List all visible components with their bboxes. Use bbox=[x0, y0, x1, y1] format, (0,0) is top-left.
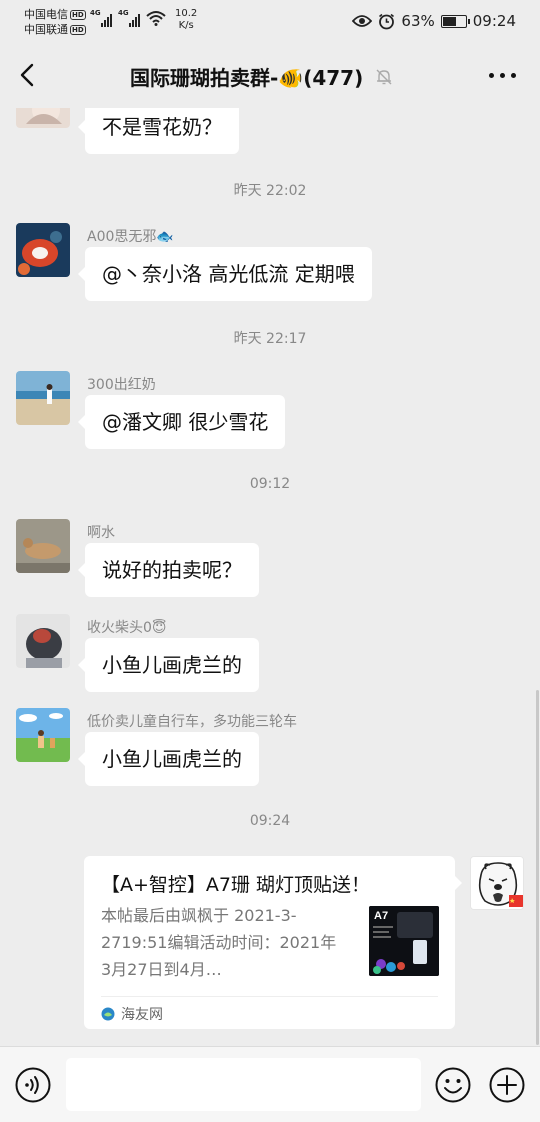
avatar[interactable] bbox=[16, 614, 70, 668]
net-speed: 10.2 K/s bbox=[175, 8, 198, 31]
sender-name: A00思无邪🐟 bbox=[87, 229, 174, 245]
wifi-icon bbox=[146, 11, 166, 26]
input-bar bbox=[0, 1046, 540, 1122]
eye-icon bbox=[352, 15, 373, 27]
timestamp: 昨天 22:02 bbox=[233, 183, 307, 199]
message-bubble[interactable]: 说好的拍卖呢？ bbox=[78, 543, 259, 597]
back-arrow-icon[interactable] bbox=[14, 60, 44, 90]
chat-header: 国际珊瑚拍卖群-🐠(477) bbox=[0, 44, 540, 108]
sender-name: 收火柴头0😇 bbox=[87, 620, 167, 636]
link-card-thumbnail: A7 bbox=[369, 906, 439, 976]
message-bubble[interactable]: 小鱼儿画虎兰的 bbox=[78, 638, 259, 692]
link-card-source: 海友网 bbox=[101, 1004, 163, 1024]
hd-badge-2: HD bbox=[70, 24, 86, 35]
message-input[interactable] bbox=[66, 1058, 421, 1111]
carrier-1: 中国电信 bbox=[24, 8, 68, 21]
link-card-title: 【A+智控】A7珊 瑚灯顶贴送！ bbox=[101, 874, 371, 896]
more-dots-icon[interactable] bbox=[489, 73, 516, 78]
message-bubble[interactable]: 小鱼儿画虎兰的 bbox=[78, 732, 259, 786]
link-card-description: 本帖最后由飒枫于 2021-3-2719:51编辑活动时间：2021年3月27日… bbox=[101, 906, 337, 979]
link-card[interactable]: 【A+智控】A7珊 瑚灯顶贴送！ 本帖最后由飒枫于 2021-3-2719:51… bbox=[84, 856, 462, 1029]
battery-icon bbox=[440, 14, 470, 28]
status-right: 63% 09:24 bbox=[352, 12, 516, 30]
mute-bell-icon bbox=[376, 69, 392, 84]
hd-badge-1: HD bbox=[70, 9, 86, 20]
message-list[interactable]: 不是雪花奶？ 昨天 22:02 A00思无邪🐟 @丶奈小洛 高光低流 定期喂 昨… bbox=[0, 108, 540, 1046]
voice-icon[interactable] bbox=[15, 1067, 51, 1103]
signal-icon: 4G bbox=[90, 9, 112, 27]
message-bubble[interactable]: @丶奈小洛 高光低流 定期喂 bbox=[78, 247, 372, 301]
carrier-info: 中国电信 HD 中国联通 HD bbox=[24, 7, 86, 37]
avatar[interactable] bbox=[16, 371, 70, 425]
sender-name: 300出红奶 bbox=[87, 377, 156, 393]
source-logo-icon bbox=[101, 1007, 115, 1021]
battery-percent: 63% bbox=[401, 12, 435, 30]
status-bar: 中国电信 HD 中国联通 HD 4G 4G 10.2 K/s 63% 09:24 bbox=[0, 0, 540, 44]
message-bubble[interactable]: 不是雪花奶？ bbox=[78, 108, 239, 154]
avatar[interactable] bbox=[16, 108, 70, 128]
chat-title: 国际珊瑚拍卖群-🐠(477) bbox=[130, 66, 364, 90]
signal-indicators: 4G 4G bbox=[90, 9, 166, 27]
timestamp: 09:24 bbox=[249, 813, 291, 829]
clock: 09:24 bbox=[472, 12, 516, 30]
thumb-label: A7 bbox=[374, 910, 388, 922]
carrier-2: 中国联通 bbox=[24, 23, 68, 36]
signal-icon: 4G bbox=[118, 9, 140, 27]
message-bubble[interactable]: @潘文卿 很少雪花 bbox=[77, 395, 286, 449]
sender-name: 啊水 bbox=[87, 525, 115, 541]
sender-name: 低价卖儿童自行车，多功能三轮车 bbox=[87, 714, 297, 730]
alarm-icon bbox=[379, 13, 395, 29]
emoji-icon[interactable] bbox=[435, 1067, 471, 1103]
self-avatar[interactable] bbox=[470, 856, 524, 910]
timestamp: 09:12 bbox=[249, 476, 291, 492]
card-divider bbox=[101, 996, 438, 997]
avatar[interactable] bbox=[16, 519, 70, 573]
timestamp: 昨天 22:17 bbox=[233, 331, 307, 347]
avatar[interactable] bbox=[16, 708, 70, 762]
avatar[interactable] bbox=[16, 223, 70, 277]
plus-icon[interactable] bbox=[489, 1067, 525, 1103]
scrollbar[interactable] bbox=[536, 690, 539, 1045]
chat-title-wrap[interactable]: 国际珊瑚拍卖群-🐠(477) bbox=[130, 62, 393, 91]
